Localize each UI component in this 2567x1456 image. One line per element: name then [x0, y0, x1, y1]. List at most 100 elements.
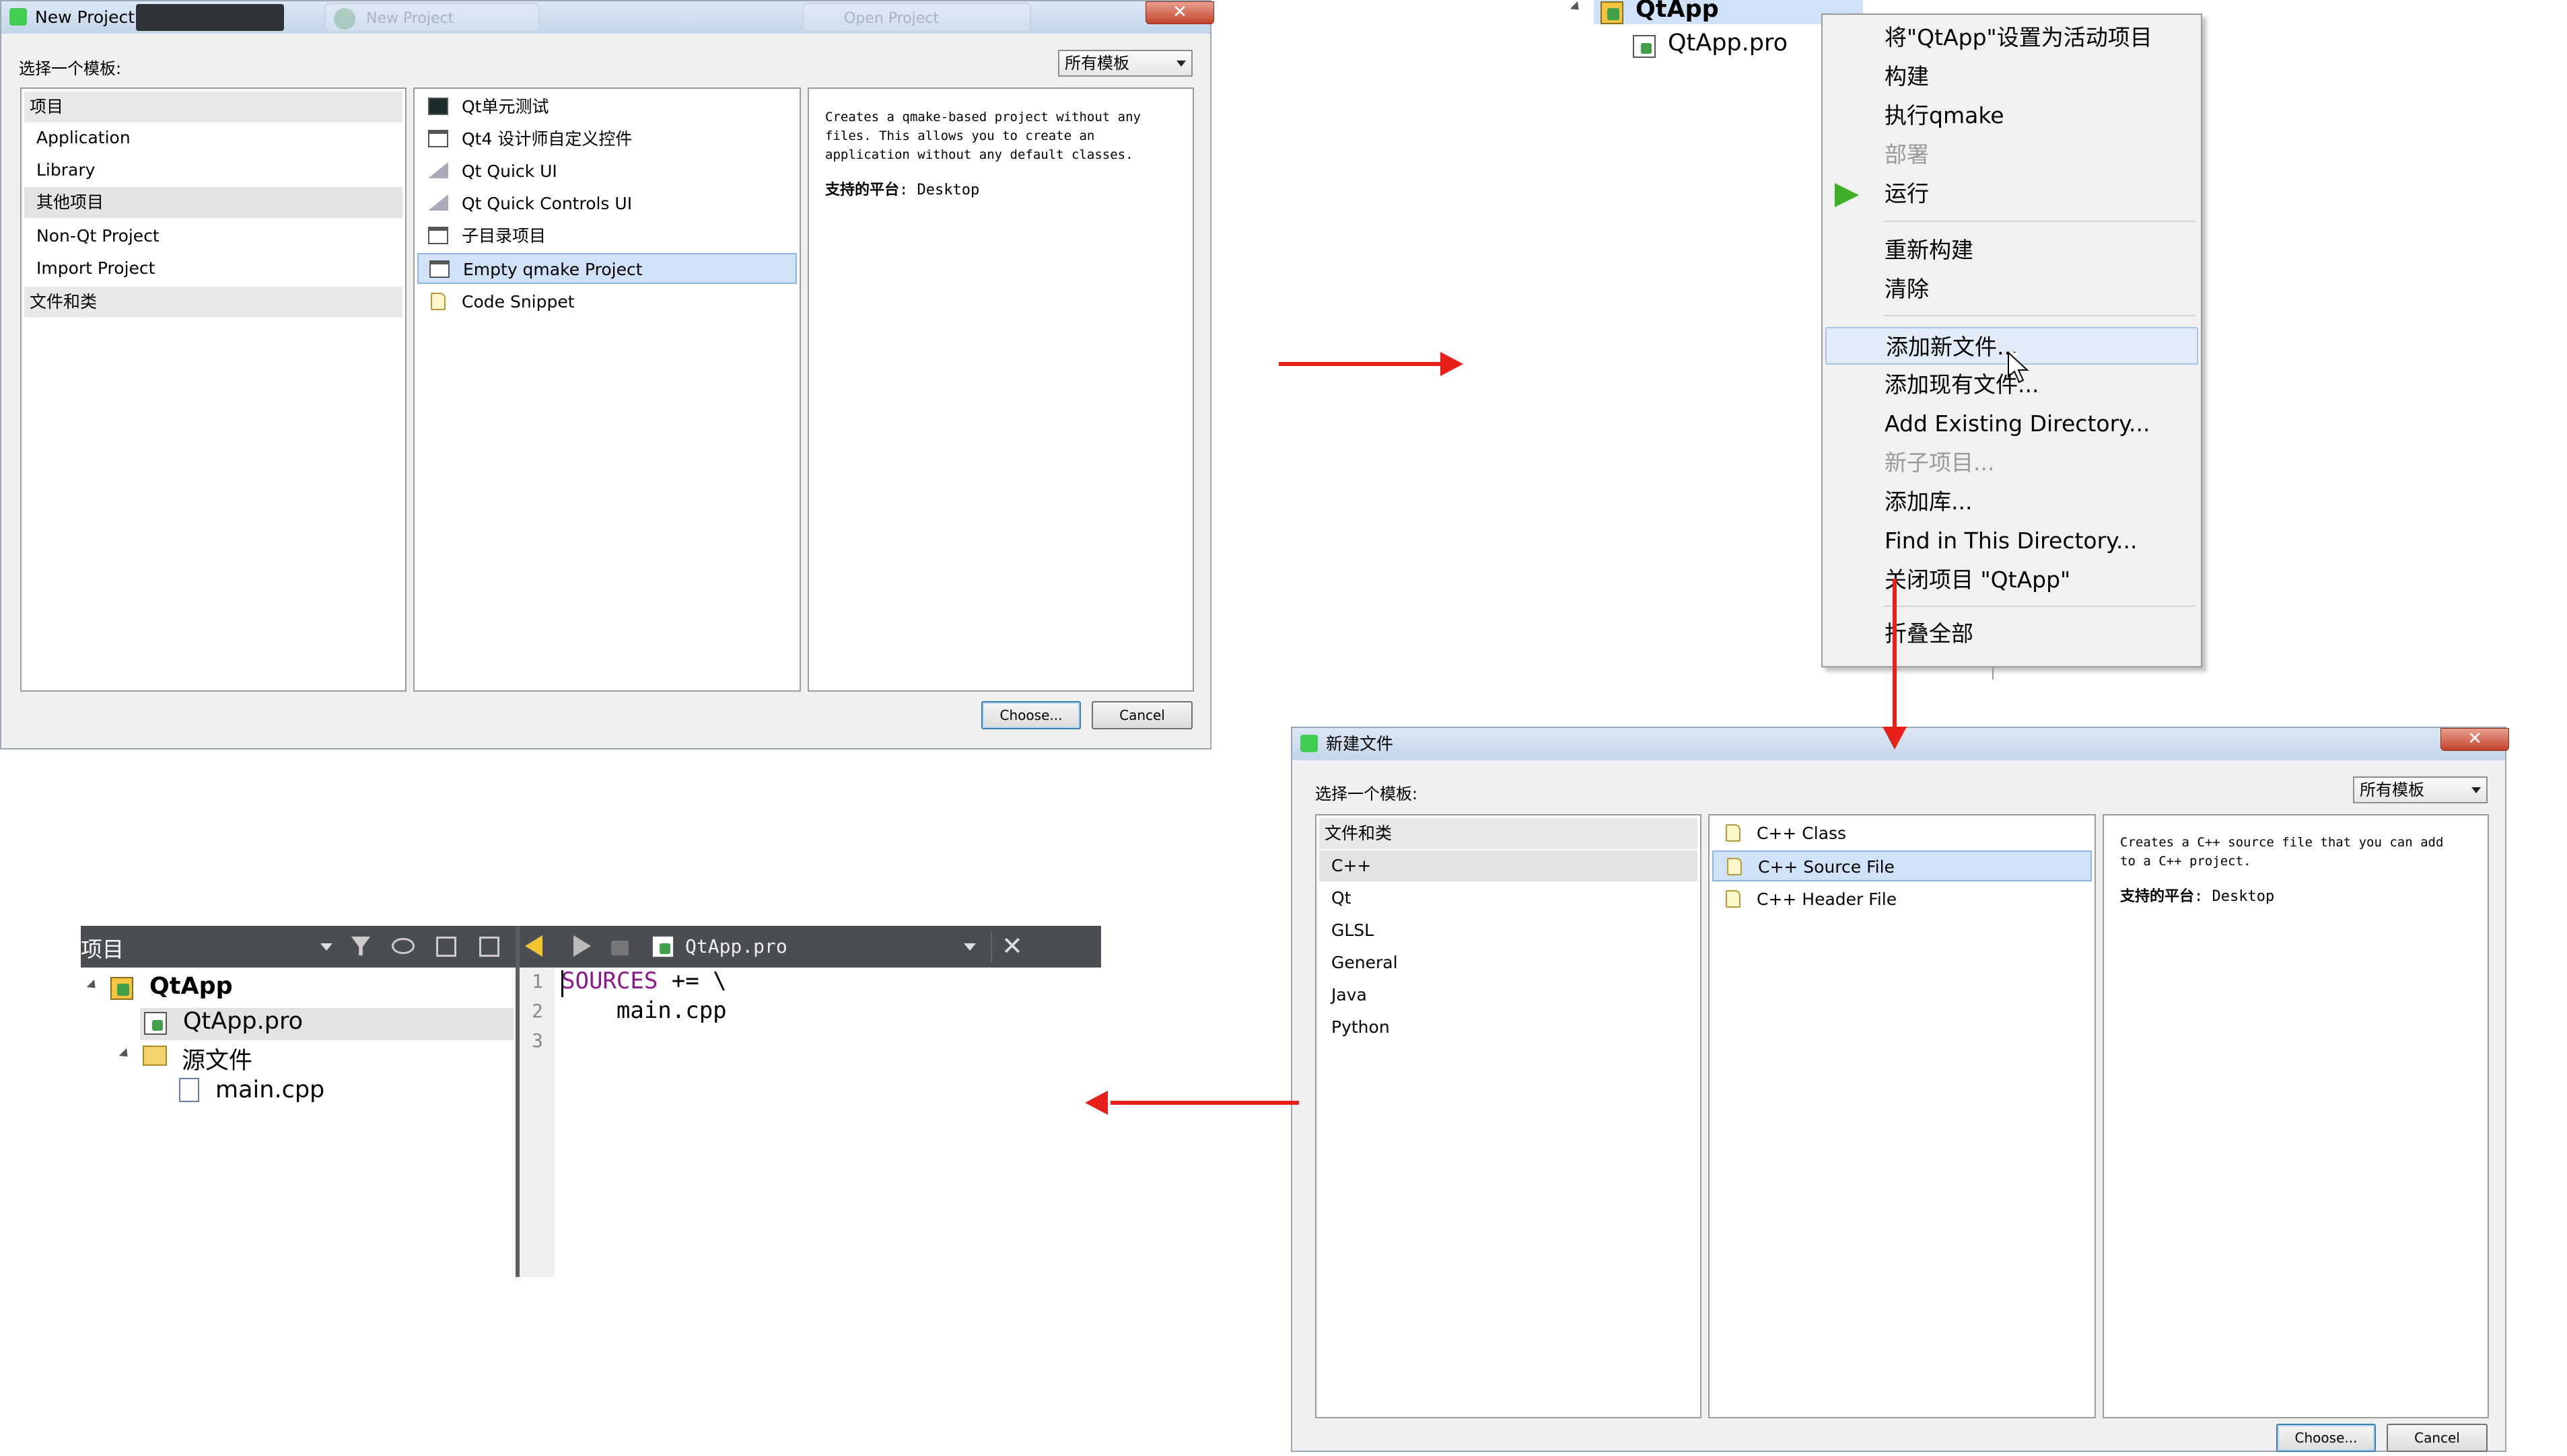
description-line: files. This allows you to create an [825, 129, 1095, 143]
category-list: 文件和类 C++ Qt GLSL General Java Python [1315, 814, 1701, 1418]
tree-scroll-edge [1992, 666, 1994, 680]
ghost-tab-new-project: New Project [324, 3, 540, 32]
file-dropdown-icon[interactable] [964, 943, 976, 951]
new-project-dialog: New Project New Project Open Project ✕ 选… [0, 0, 1214, 750]
template-filter-select[interactable]: 所有模板 [2353, 776, 2488, 803]
template-item[interactable]: Qt4 设计师自定义控件 [417, 124, 797, 155]
menu-close-project[interactable]: 关闭项目 "QtApp" [1825, 561, 2198, 599]
flow-arrow-left-head [1085, 1091, 1108, 1115]
tree-cpp-label[interactable]: main.cpp [215, 1077, 324, 1103]
close-icon[interactable]: ✕ [1001, 931, 1023, 961]
expand-arrow-icon[interactable] [86, 979, 100, 992]
cancel-button[interactable]: Cancel [1092, 701, 1193, 729]
description-line: to a C++ project. [2120, 854, 2251, 869]
template-list: Qt单元测试 Qt4 设计师自定义控件 Qt Quick UI Qt Quick… [413, 87, 801, 692]
folder-icon [143, 1046, 167, 1066]
category-list: 项目 Application Library 其他项目 Non-Qt Proje… [20, 87, 407, 692]
category-item-selected[interactable]: C++ [1319, 850, 1697, 881]
close-panel-icon[interactable] [479, 937, 499, 957]
code-editor[interactable]: 1 2 3 SOURCES += \ main.cpp [520, 968, 1101, 1277]
template-item[interactable]: 子目录项目 [417, 221, 797, 252]
line-number: 1 [532, 970, 543, 992]
category-item[interactable]: Import Project [24, 253, 402, 284]
template-item[interactable]: C++ Header File [1712, 884, 2092, 915]
qt-project-icon [110, 977, 133, 1000]
flow-arrow-down-head [1883, 727, 1907, 750]
category-item[interactable]: Non-Qt Project [24, 221, 402, 252]
file-icon [1727, 858, 1742, 875]
link-icon[interactable] [392, 938, 415, 954]
template-item-selected[interactable]: Empty qmake Project [417, 253, 797, 284]
choose-button[interactable]: Choose... [981, 701, 1081, 729]
close-button[interactable]: ✕ [2440, 728, 2509, 751]
expand-arrow-icon[interactable] [1570, 1, 1583, 14]
template-filter-select[interactable]: 所有模板 [1058, 50, 1193, 77]
template-item[interactable]: Qt单元测试 [417, 92, 797, 122]
window-icon [428, 130, 448, 147]
close-editor-icon[interactable] [991, 931, 992, 962]
template-description: Creates a qmake-based project without an… [808, 87, 1194, 692]
menu-find-in-directory[interactable]: Find in This Directory... [1825, 522, 2198, 560]
menu-add-library[interactable]: 添加库... [1825, 483, 2198, 521]
back-arrow-icon[interactable] [525, 935, 542, 957]
template-description: Creates a C++ source file that you can a… [2103, 814, 2489, 1418]
menu-separator [1883, 315, 2195, 316]
expand-arrow-icon[interactable] [118, 1048, 132, 1061]
menu-set-active[interactable]: 将"QtApp"设置为活动项目 [1825, 19, 2198, 57]
template-item[interactable]: Qt Quick Controls UI [417, 188, 797, 219]
category-header: 项目 [24, 92, 402, 122]
platform-label: 支持的平台: Desktop [2120, 888, 2275, 905]
split-icon[interactable] [436, 937, 456, 957]
panel-title-dropdown-icon[interactable] [320, 943, 332, 951]
category-item-selected[interactable]: 其他项目 [24, 187, 402, 218]
menu-collapse-all[interactable]: 折叠全部 [1825, 615, 2198, 653]
category-item[interactable]: GLSL [1319, 915, 1697, 946]
plus-icon [334, 8, 355, 30]
cancel-button[interactable]: Cancel [2387, 1424, 2488, 1452]
project-context-menu: 将"QtApp"设置为活动项目 构建 执行qmake 部署 运行 重新构建 清除… [1821, 13, 2202, 667]
category-item[interactable]: Python [1319, 1012, 1697, 1043]
pro-file-icon [1633, 35, 1656, 58]
chevron-down-icon [2471, 787, 2481, 793]
menu-add-existing-directory[interactable]: Add Existing Directory... [1825, 405, 2198, 443]
template-list: C++ Class C++ Source File C++ Header Fil… [1708, 814, 2096, 1418]
category-header: 文件和类 [1319, 818, 1697, 849]
menu-run[interactable]: 运行 [1825, 175, 2198, 213]
menu-rebuild[interactable]: 重新构建 [1825, 231, 2198, 269]
file-icon [1726, 890, 1740, 908]
description-line: application without any default classes. [825, 147, 1133, 162]
template-item[interactable]: C++ Class [1712, 818, 2092, 849]
category-item[interactable]: General [1319, 947, 1697, 978]
category-item[interactable]: Library [24, 155, 402, 186]
menu-deploy: 部署 [1885, 141, 1929, 168]
template-item[interactable]: Code Snippet [417, 287, 797, 318]
run-play-icon [1835, 183, 1859, 207]
tree-file-label[interactable]: QtApp.pro [1668, 30, 1788, 57]
menu-add-existing-files[interactable]: 添加现有文件... [1825, 366, 2198, 404]
background-window-tab [136, 4, 284, 31]
choose-button[interactable]: Choose... [2276, 1424, 2376, 1452]
tree-root-label[interactable]: QtApp [1636, 0, 1719, 23]
tree-file-label[interactable]: QtApp.pro [183, 1008, 303, 1035]
category-item[interactable]: Java [1319, 980, 1697, 1011]
filter-icon[interactable] [351, 937, 370, 955]
template-item[interactable]: Qt Quick UI [417, 156, 797, 187]
line-number: 3 [532, 1029, 543, 1052]
tree-folder-label[interactable]: 源文件 [182, 1042, 252, 1076]
menu-clean[interactable]: 清除 [1825, 270, 2198, 308]
tree-root-label[interactable]: QtApp [149, 973, 233, 1000]
menu-run-qmake[interactable]: 执行qmake [1825, 97, 2198, 135]
pro-file-icon [652, 935, 674, 958]
category-item[interactable]: Qt [1319, 883, 1697, 914]
terminal-icon [428, 98, 448, 115]
close-button[interactable]: ✕ [1146, 1, 1214, 24]
menu-build[interactable]: 构建 [1825, 58, 2198, 96]
category-item[interactable]: Application [24, 122, 402, 153]
code-line-1: SOURCES += \ [561, 968, 727, 994]
file-icon [431, 293, 446, 310]
forward-arrow-icon[interactable] [573, 935, 591, 957]
template-item-selected[interactable]: C++ Source File [1712, 850, 2092, 881]
cpp-file-icon [179, 1078, 199, 1102]
editor-file-tab[interactable]: QtApp.pro [685, 935, 787, 957]
projects-panel-toolbar: 项目 [81, 926, 516, 968]
